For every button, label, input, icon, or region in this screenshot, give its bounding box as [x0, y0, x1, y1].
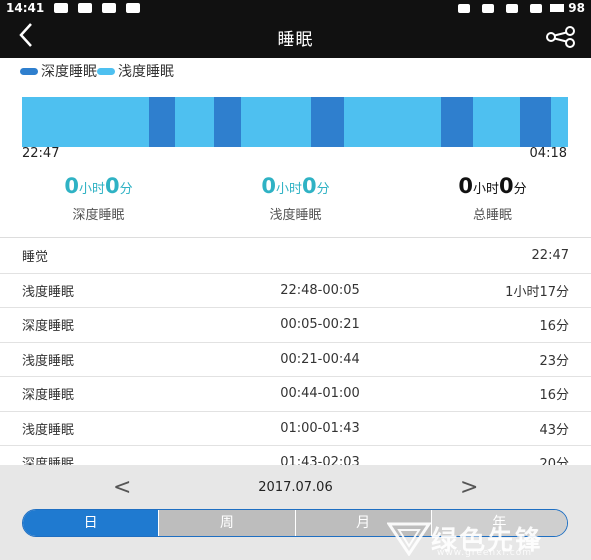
record-duration: 16分 — [539, 319, 569, 335]
current-date: 2017.07.06 — [258, 480, 333, 495]
record-type: 深度睡眠 — [22, 319, 75, 335]
record-range: 00:44-01:00 — [280, 386, 360, 402]
summary-light-label: 浅度睡眠 — [269, 208, 322, 223]
summary-light-value: 0小时0分 — [261, 174, 330, 198]
next-date-button[interactable]: > — [460, 475, 478, 500]
record-duration: 43分 — [539, 422, 569, 438]
battery-indicator: 98 — [550, 1, 585, 15]
gallery-icon — [126, 3, 141, 13]
record-range: 00:21-00:44 — [280, 351, 360, 367]
summary-total-label: 总睡眠 — [472, 208, 512, 223]
date-navigator: 2017.07.06 < > — [0, 475, 591, 503]
sleep-legend: 深度睡眠 浅度睡眠 — [20, 61, 174, 81]
message-icon — [102, 3, 117, 13]
summary-total: 0小时0分 总睡眠 — [394, 174, 591, 226]
battery-icon — [550, 4, 565, 12]
record-range: 00:05-00:21 — [280, 317, 360, 333]
sleep-summary: 0小时0分 深度睡眠 0小时0分 浅度睡眠 0小时0分 总睡眠 — [0, 174, 591, 226]
status-time: 14:41 — [6, 1, 45, 15]
record-type: 浅度睡眠 — [22, 353, 75, 369]
wifi-icon — [506, 3, 519, 13]
record-duration: 16分 — [539, 388, 569, 404]
record-type: 深度睡眠 — [22, 388, 75, 404]
tab-month[interactable]: 月 — [294, 510, 431, 536]
bottom-panel: 2017.07.06 < > 日 周 月 年 — [0, 465, 591, 560]
legend-swatch-light — [97, 67, 115, 75]
deep-sleep-segment — [214, 97, 242, 147]
battery-level: 98 — [568, 1, 585, 15]
record-type: 浅度睡眠 — [22, 284, 75, 300]
legend-swatch-deep — [20, 67, 38, 75]
record-duration: 22:47 — [531, 248, 569, 264]
back-button[interactable] — [18, 22, 34, 53]
tab-year[interactable]: 年 — [430, 510, 567, 536]
deep-sleep-segment — [311, 97, 345, 147]
timeline-end-time: 04:18 — [529, 146, 567, 161]
record-type: 深度睡眠 — [22, 457, 75, 465]
prev-date-button[interactable]: < — [113, 475, 131, 500]
list-item: 浅度睡眠 22:48-00:05 1小时17分 — [0, 274, 591, 308]
record-type: 浅度睡眠 — [22, 422, 75, 438]
share-button[interactable] — [545, 26, 577, 48]
chevron-left-icon — [19, 23, 32, 47]
notification-icon — [54, 3, 69, 13]
legend-label-light: 浅度睡眠 — [118, 64, 174, 80]
list-item: 浅度睡眠 00:21-00:44 23分 — [0, 343, 591, 377]
summary-deep: 0小时0分 深度睡眠 — [0, 174, 197, 226]
sleep-record-list[interactable]: 睡觉 22:47 浅度睡眠 22:48-00:05 1小时17分 深度睡眠 00… — [0, 239, 591, 465]
deep-sleep-segment — [149, 97, 176, 147]
record-range: 22:48-00:05 — [280, 282, 360, 298]
record-range: 01:00-01:43 — [280, 420, 360, 436]
list-item: 深度睡眠 00:05-00:21 16分 — [0, 308, 591, 343]
sleep-timeline-bar — [22, 97, 568, 147]
alarm-icon — [482, 3, 495, 13]
record-duration: 20分 — [539, 457, 569, 465]
period-tabs: 日 周 月 年 — [22, 509, 568, 537]
status-bar: 14:41 98 — [0, 0, 591, 16]
signal-icon — [530, 3, 543, 13]
page-title: 睡眠 — [277, 29, 314, 50]
nav-bar: 睡眠 — [0, 16, 591, 58]
summary-deep-value: 0小时0分 — [64, 174, 133, 198]
record-duration: 1小时17分 — [505, 284, 569, 300]
tab-week[interactable]: 周 — [158, 510, 295, 536]
record-duration: 23分 — [539, 353, 569, 369]
summary-total-value: 0小时0分 — [458, 174, 527, 198]
share-icon — [546, 26, 575, 48]
deep-sleep-segment — [519, 97, 551, 147]
list-item: 深度睡眠 00:44-01:00 16分 — [0, 377, 591, 412]
list-item: 深度睡眠 01:43-02:03 20分 — [0, 446, 591, 465]
legend-label-deep: 深度睡眠 — [41, 64, 97, 80]
tab-day[interactable]: 日 — [23, 510, 159, 536]
timeline-start-time: 22:47 — [22, 146, 60, 161]
record-type: 睡觉 — [22, 250, 49, 266]
deep-sleep-segment — [441, 97, 473, 147]
summary-light: 0小时0分 浅度睡眠 — [197, 174, 394, 226]
list-item: 浅度睡眠 01:00-01:43 43分 — [0, 412, 591, 446]
summary-deep-label: 深度睡眠 — [72, 208, 125, 223]
sync-icon — [78, 3, 93, 13]
list-item: 睡觉 22:47 — [0, 239, 591, 274]
divider — [0, 237, 591, 238]
mute-icon — [458, 3, 471, 13]
record-range: 01:43-02:03 — [280, 455, 360, 465]
